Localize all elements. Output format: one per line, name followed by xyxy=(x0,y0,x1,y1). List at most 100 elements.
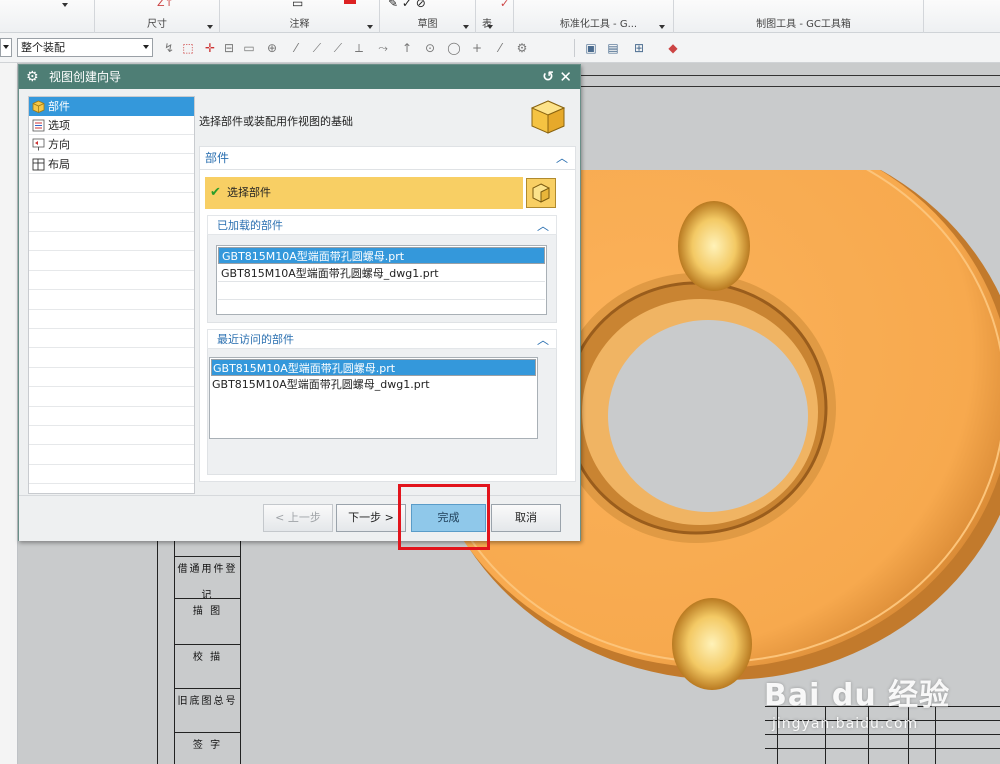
part-name: GBT815M10A型端面带孔圆螺母.prt xyxy=(213,362,396,375)
render-icon[interactable]: ◆ xyxy=(666,41,680,55)
part-name: GBT815M10A型端面带孔圆螺母.prt xyxy=(222,250,405,263)
chevron-up-icon[interactable]: ︿ xyxy=(537,330,549,350)
highlight-box xyxy=(398,484,490,550)
layout-icon[interactable]: ⊞ xyxy=(632,41,646,55)
ribbon-group-drafting-tools[interactable]: 制图工具 - GC工具箱 xyxy=(674,0,924,33)
control-point-icon[interactable]: ⟋ xyxy=(331,41,345,55)
ribbon-group-partial xyxy=(0,0,95,33)
sketch-tools-icon[interactable]: ✎ ✓ ⊘ xyxy=(388,0,426,10)
step-label: 布局 xyxy=(48,158,70,171)
selection-toolbar: 整个装配 ↯ ⬚ ✛ ⊟ ▭ ⊕ ⁄ ⟋ ⟋ ⟂ ⤳ ↑ ⊙ ◯ + ⁄ ⚙ ▣… xyxy=(0,33,1000,63)
endpoint-icon[interactable]: ⁄ xyxy=(289,41,303,55)
select-part-row[interactable]: ✔ 选择部件 xyxy=(205,177,523,209)
point-on-curve-icon[interactable]: ⁄ xyxy=(493,41,507,55)
chevron-down-icon[interactable] xyxy=(487,25,493,29)
rectangle-select-icon[interactable]: ▭ xyxy=(242,41,256,55)
annotation-icon[interactable]: ▭ xyxy=(292,0,303,10)
select-feature-icon[interactable]: ⬚ xyxy=(181,41,195,55)
chevron-down-icon[interactable] xyxy=(62,3,68,7)
chevron-up-icon[interactable]: ︿ xyxy=(537,216,549,236)
list-row xyxy=(29,174,194,194)
chevron-down-icon[interactable] xyxy=(659,25,665,29)
list-row xyxy=(29,194,194,214)
intersection-icon[interactable]: ⟂ xyxy=(352,41,366,55)
circle-center-icon[interactable]: ⊙ xyxy=(423,41,437,55)
chevron-down-icon[interactable] xyxy=(463,25,469,29)
midpoint-icon[interactable]: ⟋ xyxy=(310,41,324,55)
list-row xyxy=(29,213,194,233)
type-filter-dropdown[interactable] xyxy=(0,38,12,57)
recent-parts-header[interactable]: 最近访问的部件 ︿ xyxy=(207,329,557,349)
perpendicular-icon[interactable]: ↑ xyxy=(400,41,414,55)
close-icon[interactable]: ✕ xyxy=(559,65,572,89)
loaded-parts-header[interactable]: 已加载的部件 ︿ xyxy=(207,215,557,235)
ribbon-group-label: 表 xyxy=(482,19,492,30)
marker-select-icon[interactable]: ⊟ xyxy=(222,41,236,55)
dialog-title: 视图创建向导 xyxy=(49,70,122,84)
chevron-down-icon[interactable] xyxy=(367,25,373,29)
dialog-title-bar[interactable]: ⚙ 视图创建向导 ↺ ✕ xyxy=(19,65,580,89)
chevron-down-icon[interactable] xyxy=(207,25,213,29)
dimension-icon[interactable]: Z↑ xyxy=(157,0,174,9)
gear-icon[interactable]: ⚙ xyxy=(26,65,39,89)
pin-icon[interactable]: ✓ xyxy=(500,0,509,10)
point-snap-icon[interactable]: ✛ xyxy=(203,41,217,55)
step-label: 部件 xyxy=(48,100,70,113)
ribbon-group-table[interactable]: 表 ✓ xyxy=(476,0,514,33)
selection-scope-dropdown[interactable]: 整个装配 xyxy=(17,38,153,57)
ribbon-group-annotation[interactable]: ▭ 注释 xyxy=(220,0,380,33)
list-item[interactable]: GBT815M10A型端面带孔圆螺母_dwg1.prt xyxy=(218,265,545,282)
list-row xyxy=(29,349,194,369)
step-layout[interactable]: 布局 xyxy=(29,155,194,174)
ribbon-group-dimension[interactable]: Z↑ 尺寸 xyxy=(95,0,220,33)
loaded-parts-list[interactable]: GBT815M10A型端面带孔圆螺母.prt GBT815M10A型端面带孔圆螺… xyxy=(216,245,547,315)
list-row xyxy=(29,271,194,291)
list-item[interactable]: GBT815M10A型端面带孔圆螺母.prt xyxy=(218,247,545,264)
back-button[interactable]: < 上一步 xyxy=(263,504,333,532)
next-button[interactable]: 下一步 > xyxy=(336,504,406,532)
list-row xyxy=(29,310,194,330)
ribbon-group-sketch[interactable]: ✎ ✓ ⊘ 草图 xyxy=(380,0,476,33)
step-options[interactable]: 选项 xyxy=(29,116,194,135)
wizard-content: 选择部件或装配用作视图的基础 部件 ︿ ✔ 选择部件 已加载的部件 ︿ GBT8… xyxy=(197,89,580,537)
recent-parts-list[interactable]: GBT815M10A型端面带孔圆螺母.prt GBT815M10A型端面带孔圆螺… xyxy=(209,357,538,439)
separator xyxy=(574,39,575,57)
display-icon[interactable]: ▤ xyxy=(606,41,620,55)
title-block-cell: 借通用件登记 xyxy=(175,556,240,601)
section-title: 部件 xyxy=(205,151,230,165)
ribbon-group-standard-tools[interactable]: 标准化工具 - G... xyxy=(514,0,674,33)
layout-grid-icon xyxy=(32,158,45,171)
title-block-cell: 旧底图总号 xyxy=(175,688,240,714)
part-section-header[interactable]: 部件 ︿ xyxy=(199,146,576,170)
view-icon[interactable]: ▣ xyxy=(584,41,598,55)
chevron-down-icon[interactable] xyxy=(143,45,149,49)
move-icon[interactable]: ⊕ xyxy=(265,41,279,55)
ribbon-group-label: 注释 xyxy=(289,19,310,30)
part-cube-icon xyxy=(32,100,45,113)
list-item[interactable]: GBT815M10A型端面带孔圆螺母.prt xyxy=(211,359,536,376)
step-orientation[interactable]: 方向 xyxy=(29,135,194,154)
list-row xyxy=(29,465,194,485)
marker-icon[interactable] xyxy=(344,0,356,4)
list-row xyxy=(29,446,194,466)
title-block-cell: 签 字 xyxy=(175,732,240,758)
list-item[interactable]: GBT815M10A型端面带孔圆螺母_dwg1.prt xyxy=(211,376,536,393)
arc-center-icon[interactable]: ⤳ xyxy=(376,41,390,55)
view-creation-wizard-dialog: ⚙ 视图创建向导 ↺ ✕ 部件 选项 方向 布局 选择部件或装配用作视图的基础 … xyxy=(18,64,581,541)
reset-icon[interactable]: ↺ xyxy=(542,65,554,89)
loaded-parts-panel: GBT815M10A型端面带孔圆螺母.prt GBT815M10A型端面带孔圆螺… xyxy=(207,235,557,323)
title-block-cell: 校 描 xyxy=(175,644,240,670)
step-part[interactable]: 部件 xyxy=(29,97,194,116)
select-part-button[interactable] xyxy=(526,178,556,208)
select-part-label: 选择部件 xyxy=(227,186,271,199)
list-row xyxy=(29,407,194,427)
chevron-up-icon[interactable]: ︿ xyxy=(556,147,568,169)
snap-icon[interactable]: ↯ xyxy=(162,41,176,55)
cancel-button[interactable]: 取消 xyxy=(491,504,561,532)
ribbon-group-label: 尺寸 xyxy=(147,19,167,30)
options-list-icon xyxy=(32,119,45,132)
existing-point-icon[interactable]: + xyxy=(470,41,484,55)
settings-icon[interactable]: ⚙ xyxy=(515,41,529,55)
wizard-step-list: 部件 选项 方向 布局 xyxy=(28,96,195,494)
quadrant-icon[interactable]: ◯ xyxy=(447,41,461,55)
